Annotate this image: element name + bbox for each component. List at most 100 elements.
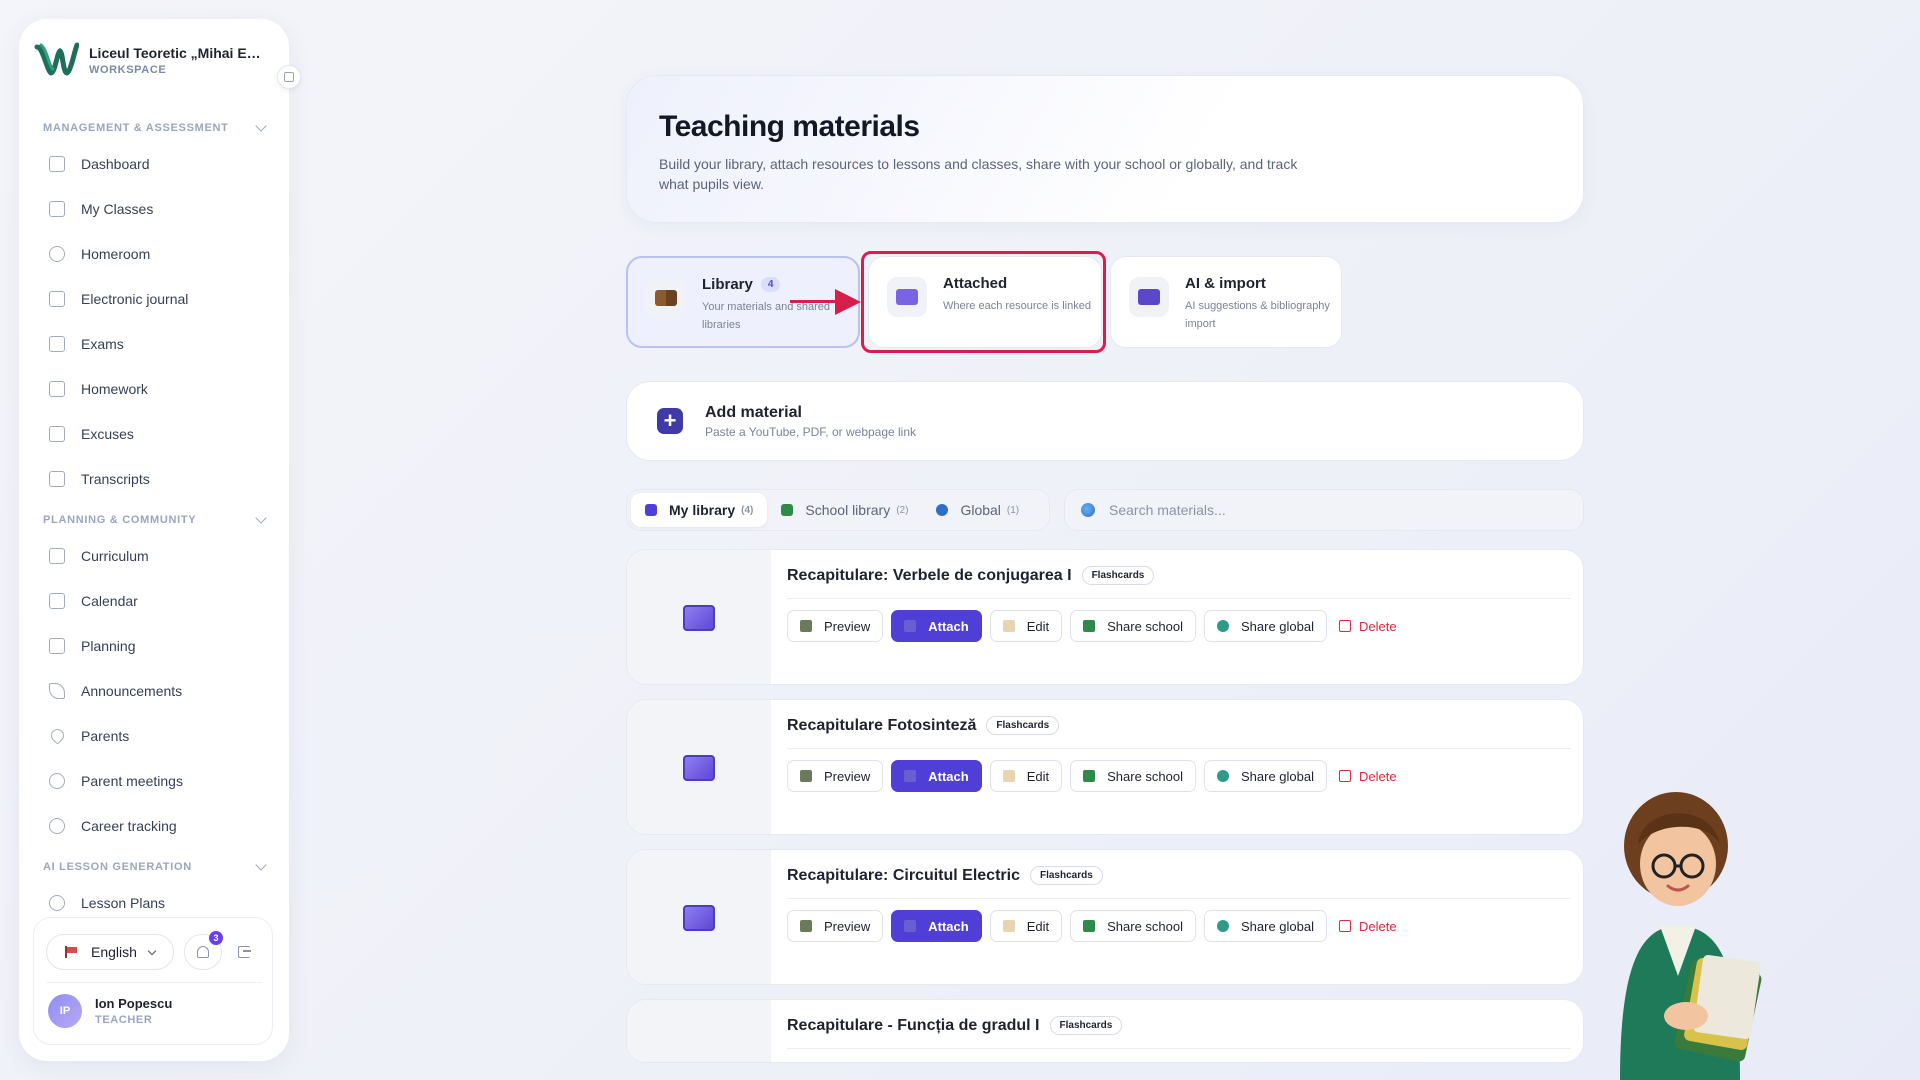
delete-button[interactable]: Delete — [1335, 610, 1401, 642]
sidebar-item-lesson-plans[interactable]: Lesson Plans — [19, 880, 289, 917]
material-thumbnail — [627, 550, 771, 684]
edit-button[interactable]: Edit — [989, 910, 1063, 942]
delete-button[interactable]: Delete — [1335, 910, 1401, 942]
plus-icon: + — [657, 408, 683, 434]
preview-button[interactable]: Preview — [787, 610, 884, 642]
sidebar-item-exams[interactable]: Exams — [19, 321, 289, 366]
attach-button[interactable]: Attach — [891, 910, 982, 942]
material-thumbnail — [627, 700, 771, 834]
preview-button[interactable]: Preview — [787, 760, 884, 792]
sparkles-icon — [49, 894, 65, 911]
tab-school-library[interactable]: School library (2) — [767, 493, 922, 527]
material-title: Recapitulare Fotosinteză — [787, 716, 977, 734]
image-icon — [683, 605, 715, 631]
type-badge: Flashcards — [1049, 1016, 1123, 1035]
sidebar-item-dashboard[interactable]: Dashboard — [19, 141, 289, 186]
sidebar-item-planning[interactable]: Planning — [19, 623, 289, 668]
material-thumbnail — [627, 850, 771, 984]
language-selector[interactable]: English — [46, 934, 174, 970]
sidebar-item-homework[interactable]: Homework — [19, 366, 289, 411]
workspace-logo — [34, 42, 79, 76]
attach-button[interactable]: Attach — [891, 610, 982, 642]
logout-icon[interactable] — [238, 946, 251, 958]
share-school-button[interactable]: Share school — [1070, 910, 1196, 942]
divider — [787, 598, 1571, 599]
sidebar: Liceul Teoretic „Mihai Emi... WORKSPACE … — [19, 19, 301, 1061]
grid-icon — [49, 155, 65, 172]
material-card: Recapitulare Fotosinteză Flashcards Prev… — [626, 699, 1584, 835]
sidebar-item-announcements[interactable]: Announcements — [19, 668, 289, 713]
school-icon — [781, 504, 794, 516]
trash-icon — [1339, 770, 1351, 782]
sidebar-item-excuses[interactable]: Excuses — [19, 411, 289, 456]
school-icon — [1083, 770, 1096, 782]
add-material-subtitle: Paste a YouTube, PDF, or webpage link — [705, 424, 917, 439]
delete-button[interactable]: Delete — [1335, 760, 1401, 792]
notification-badge: 3 — [209, 931, 223, 945]
tab-my-library[interactable]: My library (4) — [631, 493, 768, 527]
preview-icon — [800, 770, 812, 782]
edit-button[interactable]: Edit — [989, 610, 1063, 642]
attach-button[interactable]: Attach — [891, 760, 982, 792]
sidebar-item-electronic-journal[interactable]: Electronic journal — [19, 276, 289, 321]
highlight-box — [861, 251, 1106, 353]
image-icon — [683, 905, 715, 931]
user-profile[interactable]: IP Ion Popescu TEACHER — [46, 982, 262, 1038]
material-card: Recapitulare: Circuitul Electric Flashca… — [626, 849, 1584, 985]
chevron-down-icon — [255, 859, 267, 871]
sidebar-item-homeroom[interactable]: Homeroom — [19, 231, 289, 276]
share-global-button[interactable]: Share global — [1204, 910, 1327, 942]
user-check-icon — [49, 245, 65, 262]
type-badge: Flashcards — [1029, 866, 1103, 885]
section-management[interactable]: MANAGEMENT & ASSESSMENT — [43, 115, 267, 141]
share-global-button[interactable]: Share global — [1204, 610, 1327, 642]
material-card: Recapitulare: Verbele de conjugarea I Fl… — [626, 549, 1584, 685]
chevron-down-icon — [147, 946, 157, 955]
preview-button[interactable]: Preview — [787, 910, 884, 942]
flag-icon — [65, 946, 77, 958]
tab-ai-import[interactable]: AI & import AI suggestions & bibliograph… — [1110, 256, 1342, 348]
globe-icon — [1217, 770, 1229, 782]
share-school-button[interactable]: Share school — [1070, 760, 1196, 792]
chevron-down-icon — [255, 120, 267, 132]
book-open-icon — [49, 200, 65, 217]
avatar: IP — [48, 993, 82, 1028]
workspace-subtitle: WORKSPACE — [89, 63, 167, 76]
sidebar-item-parents[interactable]: Parents — [19, 713, 289, 758]
notifications-button[interactable]: 3 — [184, 931, 223, 970]
workspace-header[interactable]: Liceul Teoretic „Mihai Emi... WORKSPACE — [33, 35, 283, 85]
sidebar-item-career-tracking[interactable]: Career tracking — [19, 803, 289, 848]
sidebar-item-transcripts[interactable]: Transcripts — [19, 456, 289, 501]
share-global-button[interactable]: Share global — [1204, 760, 1327, 792]
share-school-button[interactable]: Share school — [1070, 610, 1196, 642]
sidebar-item-parent-meetings[interactable]: Parent meetings — [19, 758, 289, 803]
user-role: TEACHER — [95, 1013, 153, 1026]
school-icon — [1083, 920, 1096, 932]
section-ai-lesson[interactable]: AI LESSON GENERATION — [43, 854, 267, 880]
image-icon — [683, 755, 715, 781]
sidebar-item-my-classes[interactable]: My Classes — [19, 186, 289, 231]
ai-import-icon — [1129, 277, 1169, 317]
add-material-title: Add material — [705, 403, 802, 421]
search-bar[interactable] — [1064, 489, 1584, 531]
collapse-sidebar-button[interactable] — [277, 65, 301, 89]
sidebar-item-curriculum[interactable]: Curriculum — [19, 533, 289, 578]
sidebar-item-calendar[interactable]: Calendar — [19, 578, 289, 623]
chevron-down-icon — [255, 512, 267, 524]
type-badge: Flashcards — [1081, 566, 1155, 585]
section-planning[interactable]: PLANNING & COMMUNITY — [43, 507, 267, 533]
attach-icon — [904, 920, 917, 932]
book-icon — [646, 278, 686, 318]
edit-button[interactable]: Edit — [989, 760, 1063, 792]
globe-icon — [1217, 620, 1229, 632]
sidebar-nav[interactable]: MANAGEMENT & ASSESSMENT Dashboard My Cla… — [19, 109, 289, 917]
tab-global[interactable]: Global (1) — [922, 493, 1033, 527]
material-thumbnail — [627, 1000, 771, 1062]
preview-icon — [800, 920, 812, 932]
search-icon — [1081, 503, 1095, 517]
user-name: Ion Popescu — [95, 995, 173, 1011]
search-input[interactable] — [1109, 502, 1569, 518]
workspace-name: Liceul Teoretic „Mihai Emi... — [89, 44, 269, 61]
add-material-card[interactable]: + Add material Paste a YouTube, PDF, or … — [626, 381, 1584, 461]
edit-icon — [49, 380, 65, 397]
